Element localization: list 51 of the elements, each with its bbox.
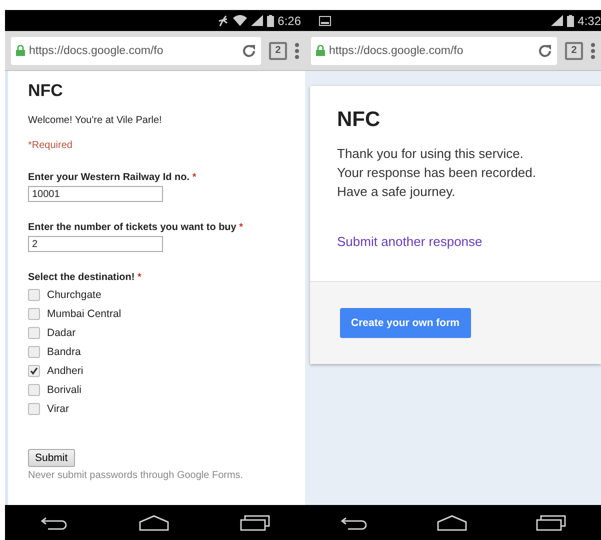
submit-button[interactable]: Submit [28, 449, 75, 467]
option-label: Andheri [47, 365, 84, 377]
option-label: Dadar [47, 327, 76, 339]
checkbox[interactable] [28, 327, 40, 339]
footer-note: Never submit passwords through Google Forms. [28, 470, 244, 481]
address-bar[interactable]: https://docs.google.com/fo [11, 36, 261, 64]
wifi-icon [232, 15, 247, 26]
option-label: Bandra [47, 346, 81, 358]
option-label: Virar [47, 403, 69, 415]
checkbox[interactable] [28, 346, 40, 358]
form-description: Welcome! You're at Vile Parle! [28, 115, 163, 126]
tab-switcher[interactable]: 2 [565, 42, 583, 60]
checkbox[interactable] [28, 384, 40, 396]
reload-icon[interactable] [242, 44, 256, 58]
signal-icon [550, 15, 563, 26]
signal-icon [250, 15, 263, 26]
option-label: Borivali [47, 384, 82, 396]
tab-switcher[interactable]: 2 [269, 42, 287, 60]
back-icon[interactable] [340, 516, 368, 530]
input-field[interactable]: 10001 [28, 186, 163, 202]
form-title: NFC [337, 108, 382, 132]
status-time: 6:26 [278, 14, 301, 28]
address-bar[interactable]: https://docs.google.com/fo [311, 36, 557, 64]
menu-icon[interactable] [591, 42, 595, 58]
checkbox[interactable] [28, 289, 40, 301]
input-field[interactable]: 2 [28, 236, 163, 252]
menu-icon[interactable] [295, 42, 299, 58]
option-label: Mumbai Central [47, 308, 122, 320]
create-form-button[interactable]: Create your own form [340, 308, 471, 338]
confirmation-message: Thank you for using this service. Your response has been recorded. Have a safe journey. [337, 145, 537, 201]
status-time: 4:32 [578, 14, 601, 28]
battery-icon [566, 14, 574, 26]
question-label: Enter your Western Railway Id no. * [28, 172, 198, 183]
question-label: Select the destination! * [28, 272, 142, 283]
checkbox[interactable] [28, 365, 40, 377]
lock-icon [316, 45, 325, 56]
required-note: *Required [28, 140, 74, 151]
lock-icon [16, 45, 25, 56]
checkbox[interactable] [28, 308, 40, 320]
option-label: Churchgate [47, 289, 102, 301]
reload-icon[interactable] [538, 44, 552, 58]
back-icon[interactable] [40, 516, 68, 530]
submit-another-link[interactable]: Submit another response [337, 234, 482, 249]
home-icon[interactable] [138, 514, 169, 530]
question-label: Enter the number of tickets you want to buy * [28, 222, 244, 233]
battery-icon [266, 14, 274, 26]
home-icon[interactable] [436, 514, 467, 530]
recents-icon[interactable] [536, 514, 566, 530]
checkbox[interactable] [28, 403, 40, 415]
recents-icon[interactable] [240, 514, 270, 530]
form-title: NFC [28, 81, 64, 101]
